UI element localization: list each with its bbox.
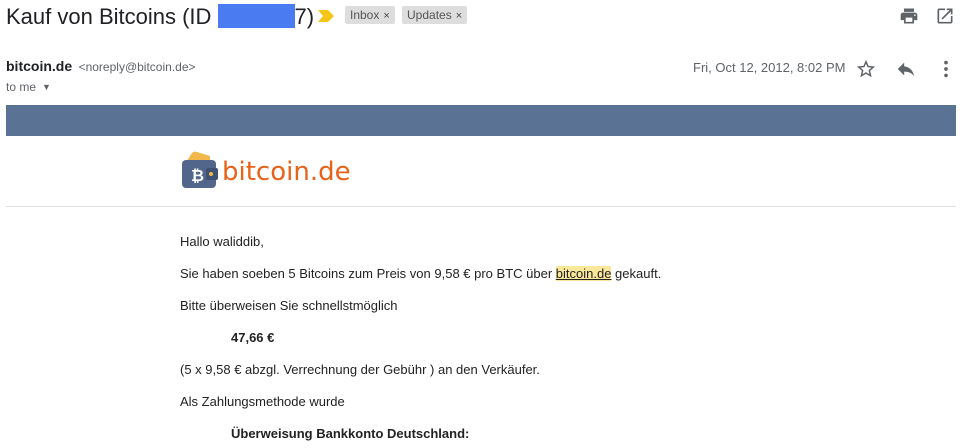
amount-due: 47,66 € [231, 330, 275, 345]
payment-method-intro: Als Zahlungsmethode wurde [180, 394, 345, 409]
recipient-details-toggle[interactable]: to me ▼ [6, 80, 51, 94]
purchase-sentence: Sie haben soeben 5 Bitcoins zum Preis vo… [180, 266, 661, 281]
important-marker-icon[interactable] [318, 10, 334, 22]
reply-icon[interactable] [895, 58, 917, 80]
subject-suffix: 7) [294, 4, 315, 29]
label-inbox: Inbox × [345, 6, 395, 24]
purchase-sentence-start: Sie haben soeben 5 Bitcoins zum Preis vo… [180, 266, 556, 281]
bitcoin-de-link[interactable]: bitcoin.de [555, 266, 612, 281]
bitcoin-wallet-logo-icon: ₿ [182, 151, 218, 188]
calculation-note: (5 x 9,58 € abzgl. Verrechnung der Gebüh… [180, 362, 540, 377]
chevron-down-icon: ▼ [42, 82, 51, 92]
svg-text:₿: ₿ [191, 166, 204, 185]
sender-line: bitcoin.de <noreply@bitcoin.de> [6, 58, 196, 76]
remove-label-updates-icon[interactable]: × [456, 10, 462, 22]
greeting-text: Hallo waliddib, [180, 234, 264, 249]
label-updates-text: Updates [407, 8, 452, 22]
more-options-icon[interactable] [935, 58, 957, 80]
email-subject: Kauf von Bitcoins (ID 7) [6, 4, 314, 30]
sender-email: <noreply@bitcoin.de> [78, 60, 196, 74]
logo-wordmark: bitcoin.de [222, 157, 351, 187]
header-divider [6, 206, 956, 207]
payment-method-name: Überweisung Bankkonto Deutschland: [231, 426, 470, 441]
subject-row: Kauf von Bitcoins (ID 7) Inbox × Updates × [0, 0, 960, 34]
remove-label-inbox-icon[interactable]: × [383, 10, 389, 22]
sender-name[interactable]: bitcoin.de [6, 58, 72, 74]
subject-prefix: Kauf von Bitcoins (ID [6, 4, 218, 29]
print-icon[interactable] [899, 6, 919, 26]
star-icon[interactable] [855, 58, 877, 80]
purchase-sentence-end: gekauft. [611, 266, 662, 281]
open-in-new-window-icon[interactable] [935, 6, 955, 26]
transfer-request-text: Bitte überweisen Sie schnellstmöglich [180, 298, 398, 313]
redacted-id-block [217, 4, 295, 28]
label-inbox-text: Inbox [350, 8, 380, 22]
email-header-banner [6, 105, 956, 136]
label-updates: Updates × [402, 6, 468, 24]
recipient-label: to me [6, 80, 37, 94]
email-date: Fri, Oct 12, 2012, 8:02 PM [693, 60, 846, 75]
